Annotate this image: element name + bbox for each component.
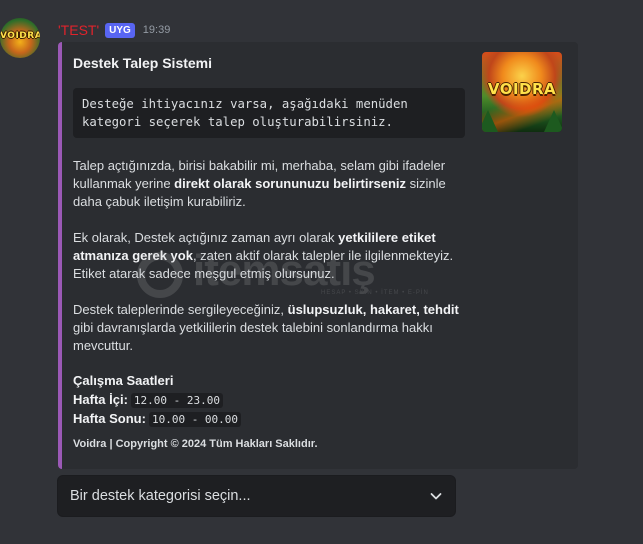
hours-weekday: Hafta İçi: 12.00 - 23.00 — [73, 391, 223, 410]
hours-weekend: Hafta Sonu: 10.00 - 00.00 — [73, 410, 242, 429]
hours-title: Çalışma Saatleri — [73, 373, 174, 388]
weekday-value: 12.00 - 23.00 — [130, 393, 223, 408]
tree-decoration — [482, 110, 498, 132]
paragraph-1: Talep açtığınızda, birisi bakabilir mi, … — [73, 157, 473, 211]
paragraph-text: Destek taleplerinde sergileyeceğiniz, — [73, 302, 288, 317]
avatar-logo-text: VOIDRA — [0, 31, 40, 41]
message-timestamp: 19:39 — [142, 24, 171, 36]
embed-footer: Voidra | Copyright © 2024 Tüm Hakları Sa… — [73, 438, 318, 450]
paragraph-2: Ek olarak, Destek açtığınız zaman ayrı o… — [73, 229, 473, 283]
paragraph-3: Destek taleplerinde sergileyeceğiniz, üs… — [73, 301, 473, 355]
chevron-down-icon — [429, 489, 443, 503]
bot-avatar[interactable]: VOIDRA — [0, 18, 40, 58]
select-placeholder: Bir destek kategorisi seçin... — [70, 488, 251, 504]
paragraph-bold: direkt olarak sorununuzu belirtirseniz — [174, 176, 407, 191]
embed-thumbnail[interactable]: VOIDRA — [482, 52, 562, 132]
tree-decoration — [544, 110, 562, 132]
code-block: Desteğe ihtiyacınız varsa, aşağıdaki men… — [73, 88, 465, 138]
embed-card: Destek Talep Sistemi VOIDRA Desteğe ihti… — [58, 42, 578, 469]
author-name[interactable]: 'TEST' — [58, 22, 99, 38]
embed-title: Destek Talep Sistemi — [73, 55, 213, 71]
thumbnail-logo-text: VOIDRA — [487, 80, 557, 98]
paragraph-bold: üslupsuzluk, hakaret, tehdit — [287, 302, 459, 317]
weekend-value: 10.00 - 00.00 — [148, 412, 242, 427]
message-header: 'TEST' UYG 19:39 — [58, 21, 170, 39]
paragraph-text: gibi davranışlarda yetkililerin destek t… — [73, 320, 433, 353]
category-select[interactable]: Bir destek kategorisi seçin... — [57, 475, 456, 517]
paragraph-text: Ek olarak, Destek açtığınız zaman ayrı o… — [73, 230, 339, 245]
weekend-label: Hafta Sonu: — [73, 411, 146, 426]
app-badge: UYG — [105, 22, 135, 38]
weekday-label: Hafta İçi: — [73, 392, 128, 407]
